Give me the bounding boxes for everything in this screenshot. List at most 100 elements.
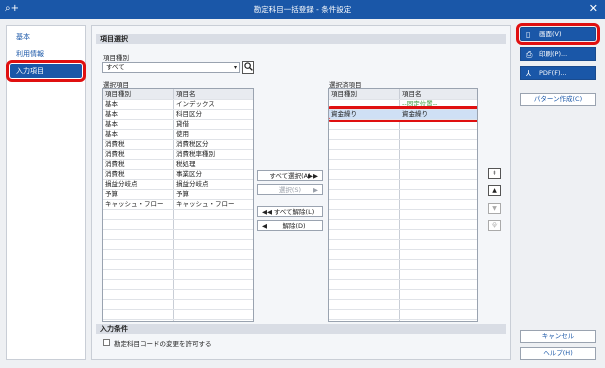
cell-item-type: 基本 xyxy=(105,130,118,138)
cancel-button[interactable]: キャンセル xyxy=(520,330,596,343)
clear-all-button[interactable]: ◀◀ すべて解除(L) xyxy=(257,206,323,217)
grid-line xyxy=(103,299,253,300)
cell-item-type: 消費税 xyxy=(105,150,125,158)
selected-items-grid[interactable]: 項目種別 項目名 --固定位置-- 資金繰り 資金繰り xyxy=(328,88,478,322)
select-button[interactable]: 選択(S) ▶ xyxy=(257,184,323,195)
select-all-button[interactable]: すべて選択(A) ▶▶ xyxy=(257,170,323,181)
screen-label: 画面(V) xyxy=(539,30,562,38)
cell-item-name: 税処理 xyxy=(176,160,196,168)
cell-item-name: 損益分岐点 xyxy=(176,180,209,188)
grid-line xyxy=(103,209,253,210)
move-down-icon: ▼ xyxy=(492,205,497,212)
table-row[interactable]: 基本 科目区分 xyxy=(103,109,253,119)
table-row[interactable]: 資金繰り 資金繰り xyxy=(329,106,477,122)
table-row[interactable]: 消費税 税処理 xyxy=(103,159,253,169)
cell-item-name: 貸借 xyxy=(176,120,189,128)
table-row[interactable]: 予算 予算 xyxy=(103,189,253,199)
sidebar-item-basic[interactable]: 基本 xyxy=(10,30,82,44)
clear-label: 解除(D) xyxy=(282,222,306,230)
double-right-arrow-icon: ▶▶ xyxy=(308,172,318,180)
cell-item-name: キャッシュ・フロー xyxy=(176,200,235,208)
sidebar-item-usage-info[interactable]: 利用情報 xyxy=(10,47,82,61)
clear-button[interactable]: ◀ 解除(D) xyxy=(257,220,323,231)
grid-line xyxy=(329,109,477,110)
grid-line xyxy=(329,129,477,130)
grid-line xyxy=(103,199,253,200)
search-icon xyxy=(243,62,253,71)
available-items-grid[interactable]: 項目種別 項目名 基本 インデックス 基本 科目区分 基本 貸借 基本 使用 消費税 消費税区分消… xyxy=(102,88,254,322)
item-type-dropdown[interactable]: すべて ▾ xyxy=(102,62,240,73)
right-arrow-icon: ▶ xyxy=(313,186,318,194)
grid-line xyxy=(329,269,477,270)
print-button[interactable]: ⎙ 印刷(P)... xyxy=(520,47,596,61)
create-pattern-button[interactable]: パターン作成(C) xyxy=(520,93,596,106)
grid-line xyxy=(103,119,253,120)
table-row[interactable]: 消費税 消費税率種別 xyxy=(103,149,253,159)
grid-line xyxy=(103,109,253,110)
cell-item-type: 損益分岐点 xyxy=(105,180,138,188)
grid-line xyxy=(329,149,477,150)
grid-line xyxy=(103,239,253,240)
table-row[interactable]: キャッシュ・フロー キャッシュ・フロー xyxy=(103,199,253,209)
grid-line xyxy=(103,289,253,290)
grid-header: 項目種別 項目名 xyxy=(329,89,477,99)
grid-line xyxy=(103,129,253,130)
table-row[interactable]: 基本 貸借 xyxy=(103,119,253,129)
item-type-value: すべて xyxy=(106,63,125,71)
select-label: 選択(S) xyxy=(278,186,302,194)
table-row[interactable]: 消費税 消費税区分 xyxy=(103,139,253,149)
grid-line xyxy=(103,99,253,100)
cell-item-type: 消費税 xyxy=(105,160,125,168)
table-row[interactable]: 消費税 事業区分 xyxy=(103,169,253,179)
allow-code-change-checkbox[interactable] xyxy=(103,339,110,346)
select-all-label: すべて選択(A) xyxy=(269,172,311,180)
grid-line xyxy=(329,319,477,320)
grid-line xyxy=(103,169,253,170)
table-row[interactable]: 損益分岐点 損益分岐点 xyxy=(103,179,253,189)
grid-line xyxy=(103,279,253,280)
allow-code-change-label: 勘定科目コードの変更を許可する xyxy=(114,340,212,348)
printer-icon: ⎙ xyxy=(526,50,533,59)
grid-line xyxy=(103,159,253,160)
grid-line xyxy=(103,179,253,180)
grid-line xyxy=(329,239,477,240)
chevron-down-icon: ▾ xyxy=(233,64,237,71)
cell-item-type: 資金繰り xyxy=(331,110,357,118)
grid-line xyxy=(329,179,477,180)
column-header-type: 項目種別 xyxy=(105,90,131,98)
table-row[interactable]: 基本 使用 xyxy=(103,129,253,139)
search-icon-button[interactable] xyxy=(242,61,254,74)
cell-item-name: 使用 xyxy=(176,130,189,138)
table-row[interactable]: 基本 インデックス xyxy=(103,99,253,109)
move-top-button[interactable]: ⯒ xyxy=(488,168,501,179)
sidebar: 基本 利用情報 入力項目 xyxy=(6,25,86,360)
window-title: 勘定科目一括登録 - 条件設定 xyxy=(253,5,352,14)
sidebar-item-input-items[interactable]: 入力項目 xyxy=(6,60,86,82)
cell-item-name: インデックス xyxy=(176,100,215,108)
grid-line xyxy=(103,219,253,220)
cell-item-name: 消費税率種別 xyxy=(176,150,215,158)
move-up-button[interactable]: ▲ xyxy=(488,185,501,196)
grid-line xyxy=(329,209,477,210)
pdf-icon: ⅄ xyxy=(526,69,531,78)
grid-line xyxy=(103,319,253,320)
cell-item-name: 予算 xyxy=(176,190,189,198)
pdf-button[interactable]: ⅄ PDF(F)... xyxy=(520,66,596,80)
clear-all-label: すべて解除(L) xyxy=(273,208,315,216)
move-down-button[interactable]: ▼ xyxy=(488,203,501,214)
grid-line xyxy=(103,269,253,270)
close-icon[interactable]: ✕ xyxy=(589,2,598,16)
move-up-icon: ▲ xyxy=(492,187,497,194)
monitor-icon: ▯ xyxy=(526,30,531,39)
grid-line xyxy=(329,249,477,250)
screen-button[interactable]: ▯ 画面(V) xyxy=(516,23,600,45)
grid-line xyxy=(329,169,477,170)
grid-line xyxy=(329,309,477,310)
grid-line xyxy=(103,229,253,230)
help-button[interactable]: ヘルプ(H) xyxy=(520,347,596,360)
print-label: 印刷(P)... xyxy=(539,50,568,58)
fixed-position-row: --固定位置-- xyxy=(329,99,477,109)
grid-line xyxy=(329,139,477,140)
cell-item-name: 事業区分 xyxy=(176,170,202,178)
move-bottom-button[interactable]: ⯓ xyxy=(488,220,501,231)
